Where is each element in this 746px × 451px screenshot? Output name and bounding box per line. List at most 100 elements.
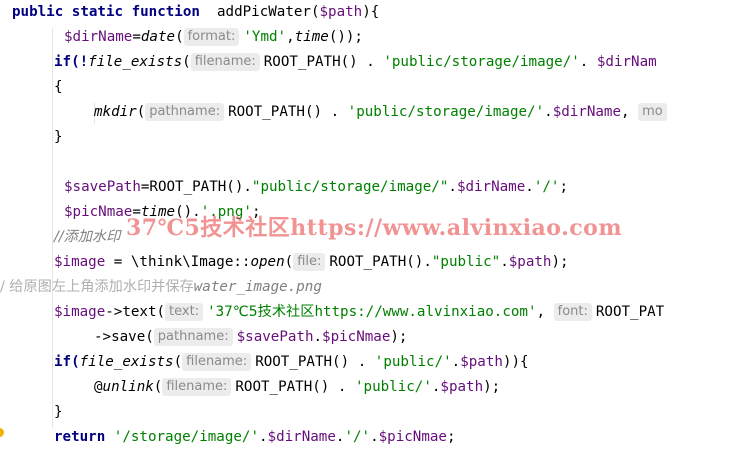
punct: ); [483,379,501,395]
comment: water_image.png [193,279,322,295]
string: '37 [207,304,233,320]
operator: . [451,354,461,370]
watermark-text: 37℃5技术社区https://www.alvinxiao.com [126,215,623,241]
code-line-14[interactable]: ->save(pathname: $savePath.$picNmae); [94,325,407,350]
operator: . [448,179,457,195]
function-call: date [140,29,176,45]
variable: $picNmae [322,329,391,345]
punct: ( [153,379,163,395]
brace: } [54,404,63,420]
variable: $path [460,354,503,370]
function-call: ROOT_PATH(). [329,254,432,270]
string: '/' [533,179,560,195]
function-call: ROOT_PATH() [228,104,323,120]
function-name: addPicWater( [217,4,320,20]
function-call: file_exists [79,354,174,370]
punct: ){ [362,4,380,20]
string: '/storage/image/' [105,429,259,445]
function-call: unlink [102,379,154,395]
operator: . [357,54,384,70]
punct: ( [136,104,146,120]
function-call: ROOT_PATH() [255,354,350,370]
code-line-8[interactable]: $savePath=ROOT_PATH()."public/storage/im… [64,175,568,200]
operator: . [313,329,323,345]
punct: ()); [328,29,363,45]
code-line-15[interactable]: if(file_exists(filename: ROOT_PATH() . 'p… [54,350,529,375]
variable: $dirName [456,179,526,195]
function-call: open [250,254,285,270]
string: ℃ [232,304,249,320]
punct: , [286,29,295,45]
function-call: time [294,29,329,45]
code-line-2[interactable]: $dirName=date(format: 'Ymd',time()); [64,25,363,50]
punct: ); [390,329,408,345]
class-ref: = \think\Image:: [105,254,251,270]
variable: $path [508,254,552,270]
string: 'Ymd' [243,29,287,45]
operator: . [525,179,534,195]
param-hint: file: [293,253,326,271]
function-call: ROOT_PAT [595,304,665,320]
operator: . [349,354,375,370]
punct: ( [175,29,184,45]
string: "public" [431,254,501,270]
operator: . [500,254,509,270]
method-call: ->save( [94,329,154,345]
punct: ); [551,254,569,270]
variable: $dirName [267,429,336,445]
code-line-10[interactable]: //添加水印 [54,225,120,250]
function-call: =ROOT_PATH(). [140,179,252,195]
code-line-17[interactable]: } [54,400,63,425]
param-hint: filename: [190,53,260,71]
variable: $image [54,304,106,320]
param-hint: pathname: [145,103,225,121]
param-hint: pathname: [153,328,233,346]
string: '/' [344,429,371,445]
param-hint: format: [183,28,240,46]
code-line-11[interactable]: $image = \think\Image::open(file: ROOT_PA… [54,250,569,275]
string: 'public/storage/image/' [347,104,545,120]
keyword: public static function [12,4,200,20]
variable: $image [54,254,106,270]
operator: . [259,429,268,445]
string: 'public/' [374,354,452,370]
comment: / 给原图左上角添加水印并保存 [0,279,194,295]
keyword: if(! [54,54,89,70]
punct: ; [446,429,456,445]
operator: . [370,429,379,445]
code-line-1[interactable]: public static function addPicWater($path… [12,0,379,25]
operator: . [579,54,597,70]
code-line-5[interactable]: mkdir(pathname: ROOT_PATH() . 'public/sto… [94,100,671,125]
brace: } [54,129,63,145]
punct: )){ [502,354,529,370]
param-hint: filename: [182,353,252,371]
code-line-6[interactable]: } [54,125,63,150]
variable: $dirNam [596,54,657,70]
param-hint: font: [553,303,592,321]
method-call: ->text( [105,304,166,320]
code-editor[interactable]: public static function addPicWater( $path… [0,0,746,451]
code-line-4[interactable]: { [54,75,63,100]
breakpoint-marker[interactable] [0,428,4,437]
string: 'public/storage/image/' [383,54,580,70]
string: 5技术社区 [248,304,315,320]
code-line-12[interactable]: / 给原图左上角添加水印并保存water_image.png [0,275,322,300]
operator: . [329,379,355,395]
indent-guide [52,28,53,428]
function-call: ROOT_PATH() [263,54,358,70]
function-call: ROOT_PATH() [235,379,330,395]
punct: ; [559,179,568,195]
string: https://www.alvinxiao.com' [314,304,537,320]
param-hint: mo [638,103,667,121]
code-line-13[interactable]: $image->text(text: '37℃5技术社区https://www.a… [54,300,664,325]
code-line-18[interactable]: return '/storage/image/'.$dirName.'/'.$p… [54,425,456,450]
keyword: if( [54,354,80,370]
variable: $savePath [236,329,314,345]
param-hint: text: [165,303,204,321]
punct: ( [284,254,294,270]
operator: @ [94,379,103,395]
string: 'public/' [354,379,432,395]
code-line-16[interactable]: @unlink(filename: ROOT_PATH() . 'public/'… [94,375,500,400]
punct: ( [182,54,191,70]
code-line-3[interactable]: if(!file_exists(filename: ROOT_PATH() . '… [54,50,657,75]
